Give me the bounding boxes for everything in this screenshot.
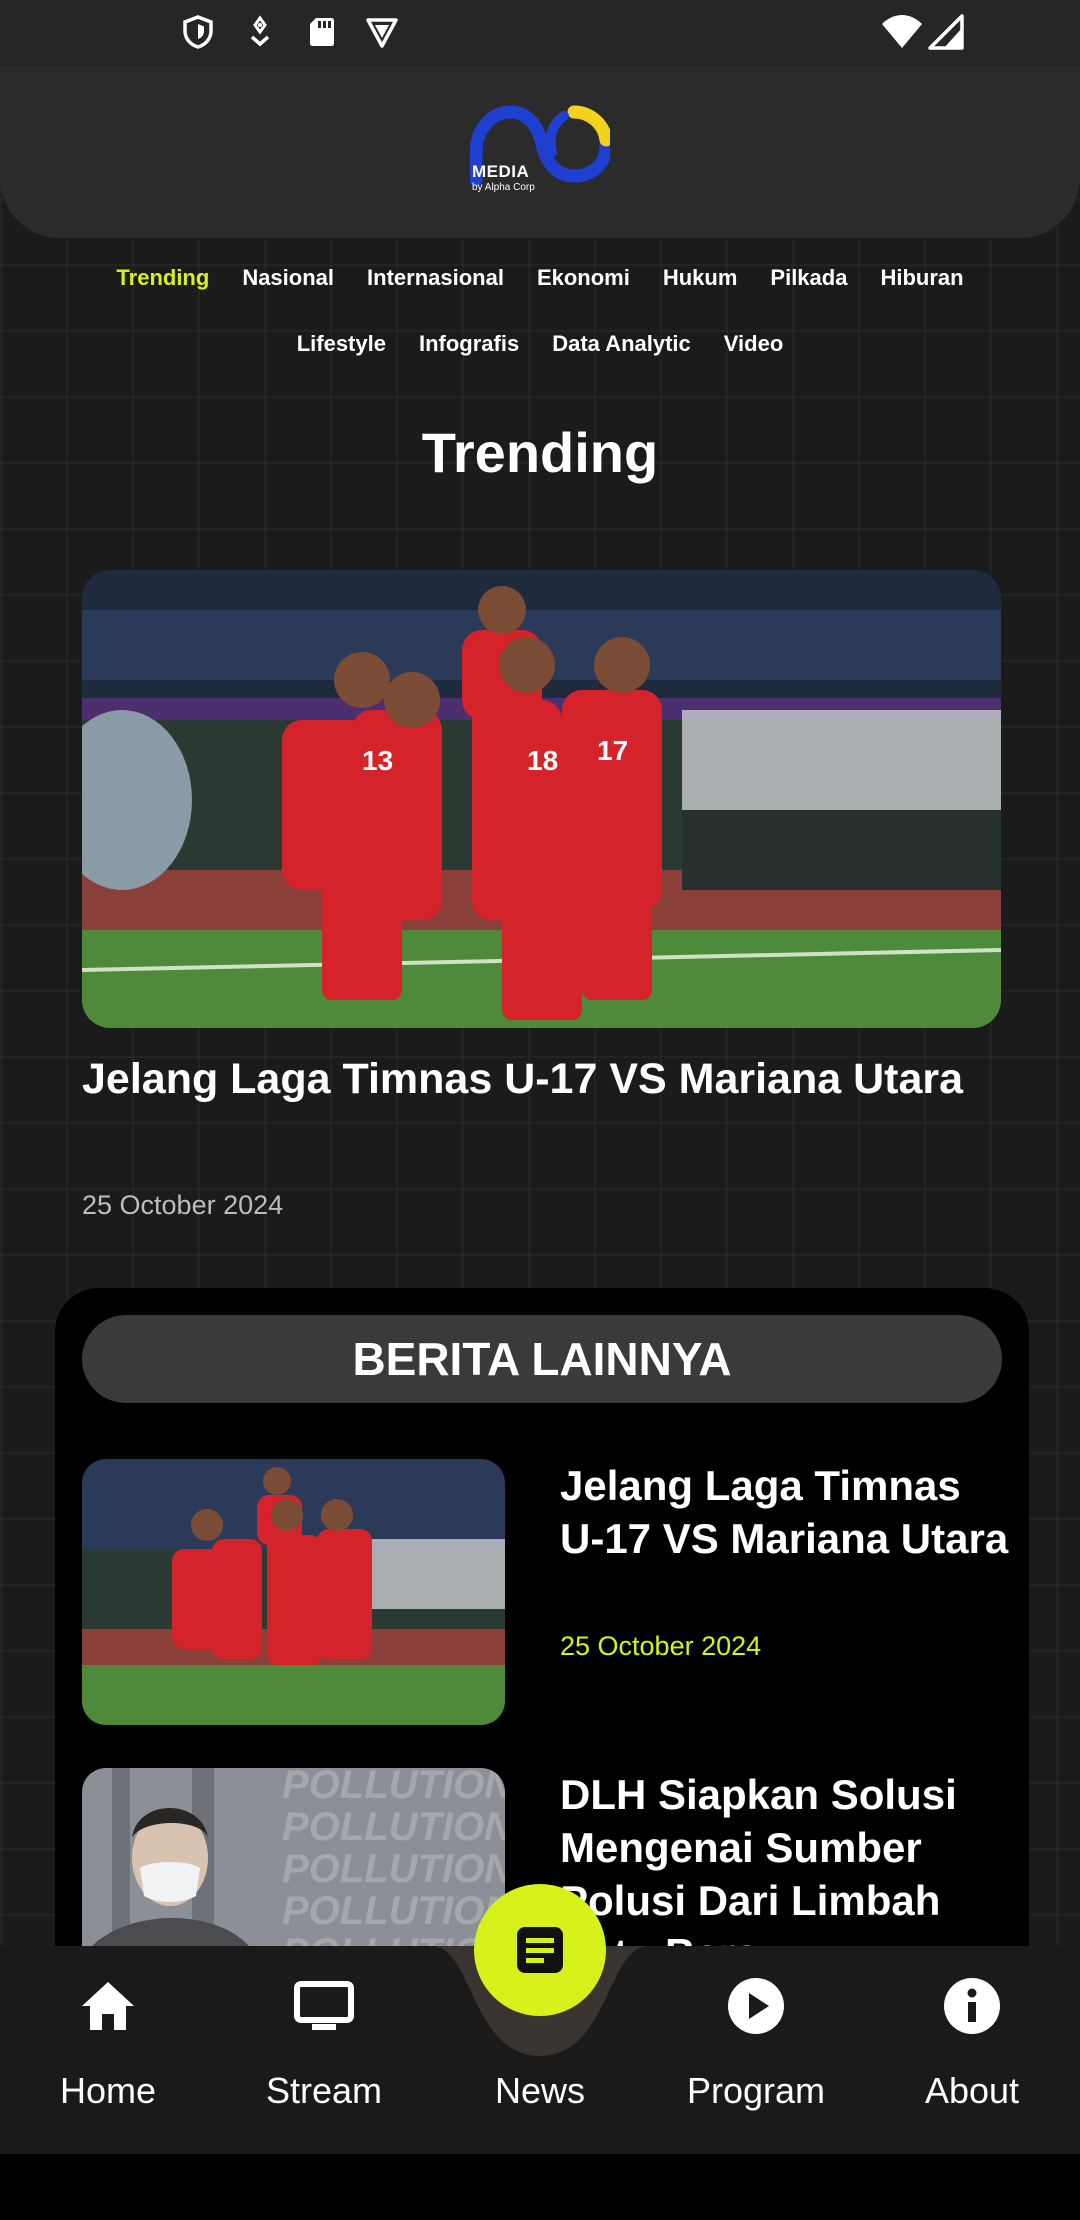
category-hiburan[interactable]: Hiburan xyxy=(880,258,963,298)
news-fab-button[interactable] xyxy=(474,1884,606,2016)
svg-text:17: 17 xyxy=(597,735,628,766)
wifi-icon xyxy=(880,14,924,54)
football-celebration-thumb xyxy=(82,1459,505,1725)
info-icon xyxy=(942,1976,1002,2036)
svg-text:POLLUTION: POLLUTION xyxy=(282,1889,505,1933)
category-pilkada[interactable]: Pilkada xyxy=(770,258,847,298)
category-internasional[interactable]: Internasional xyxy=(367,258,504,298)
category-row-1: Trending Nasional Internasional Ekonomi … xyxy=(0,258,1080,298)
news-item[interactable]: Jelang Laga Timnas U-17 VS Mariana Utara… xyxy=(82,1459,1008,1729)
news-date: 25 October 2024 xyxy=(560,1631,762,1661)
category-nasional[interactable]: Nasional xyxy=(242,258,334,298)
signal-icon xyxy=(928,14,964,54)
category-lifestyle[interactable]: Lifestyle xyxy=(297,324,386,364)
news-thumbnail[interactable] xyxy=(82,1459,505,1725)
logo-word: MEDIA xyxy=(472,162,530,181)
system-gesture-bar xyxy=(0,2154,1080,2220)
svg-text:18: 18 xyxy=(527,745,558,776)
section-title: Trending xyxy=(421,421,659,484)
category-hukum[interactable]: Hukum xyxy=(663,258,738,298)
nav-program-label: Program xyxy=(686,2070,826,2111)
article-icon xyxy=(517,1927,563,1973)
nav-home[interactable]: Home xyxy=(0,1946,216,2154)
home-icon xyxy=(78,1976,138,2036)
news-title[interactable]: Jelang Laga Timnas U-17 VS Mariana Utara xyxy=(560,1459,1010,1565)
nav-news-label: News xyxy=(494,2070,586,2111)
status-bar xyxy=(0,0,1080,66)
monitor-icon xyxy=(294,1976,354,2036)
media-logo[interactable]: MEDIA by Alpha Corp xyxy=(469,104,613,200)
play-circle-icon xyxy=(726,1976,786,2036)
more-news-panel: BERITA LAINNYA Jelang Laga Timnas U-17 V… xyxy=(55,1288,1029,1968)
logo-subtitle: by Alpha Corp xyxy=(472,182,535,193)
svg-text:13: 13 xyxy=(362,745,393,776)
news-title[interactable]: DLH Siapkan Solusi Mengenai Sumber Polus… xyxy=(560,1768,1010,1968)
badge-icon xyxy=(364,14,400,50)
news-thumbnail[interactable]: POLLUTION POLLUTION POLLUTION POLLUTION … xyxy=(82,1768,505,1968)
svg-text:POLLUTION: POLLUTION xyxy=(282,1805,505,1849)
category-video[interactable]: Video xyxy=(724,324,784,364)
nav-about-label: About xyxy=(924,2070,1020,2111)
vpn-key-icon xyxy=(242,14,278,50)
category-data-analytic[interactable]: Data Analytic xyxy=(552,324,691,364)
category-trending[interactable]: Trending xyxy=(116,258,209,298)
nav-program[interactable]: Program xyxy=(648,1946,864,2154)
hero-image[interactable]: 13 18 17 xyxy=(82,570,1001,1028)
hero-date: 25 October 2024 xyxy=(82,1190,284,1220)
shield-icon xyxy=(180,14,216,50)
category-ekonomi[interactable]: Ekonomi xyxy=(537,258,630,298)
nav-stream-label: Stream xyxy=(265,2070,383,2111)
category-row-2: Lifestyle Infografis Data Analytic Video xyxy=(0,324,1080,364)
nav-home-label: Home xyxy=(59,2070,157,2111)
pollution-text: POLLUTION xyxy=(282,1768,505,1807)
svg-text:POLLUTION: POLLUTION xyxy=(282,1847,505,1891)
nav-stream[interactable]: Stream xyxy=(216,1946,432,2154)
more-news-header: BERITA LAINNYA xyxy=(82,1315,1002,1403)
pollution-thumb: POLLUTION POLLUTION POLLUTION POLLUTION … xyxy=(82,1768,505,1968)
football-celebration-image: 13 18 17 xyxy=(82,570,1001,1028)
sd-card-icon xyxy=(304,14,340,50)
nav-about[interactable]: About xyxy=(864,1946,1080,2154)
category-infografis[interactable]: Infografis xyxy=(419,324,519,364)
hero-title[interactable]: Jelang Laga Timnas U-17 VS Mariana Utara xyxy=(82,1052,982,1106)
